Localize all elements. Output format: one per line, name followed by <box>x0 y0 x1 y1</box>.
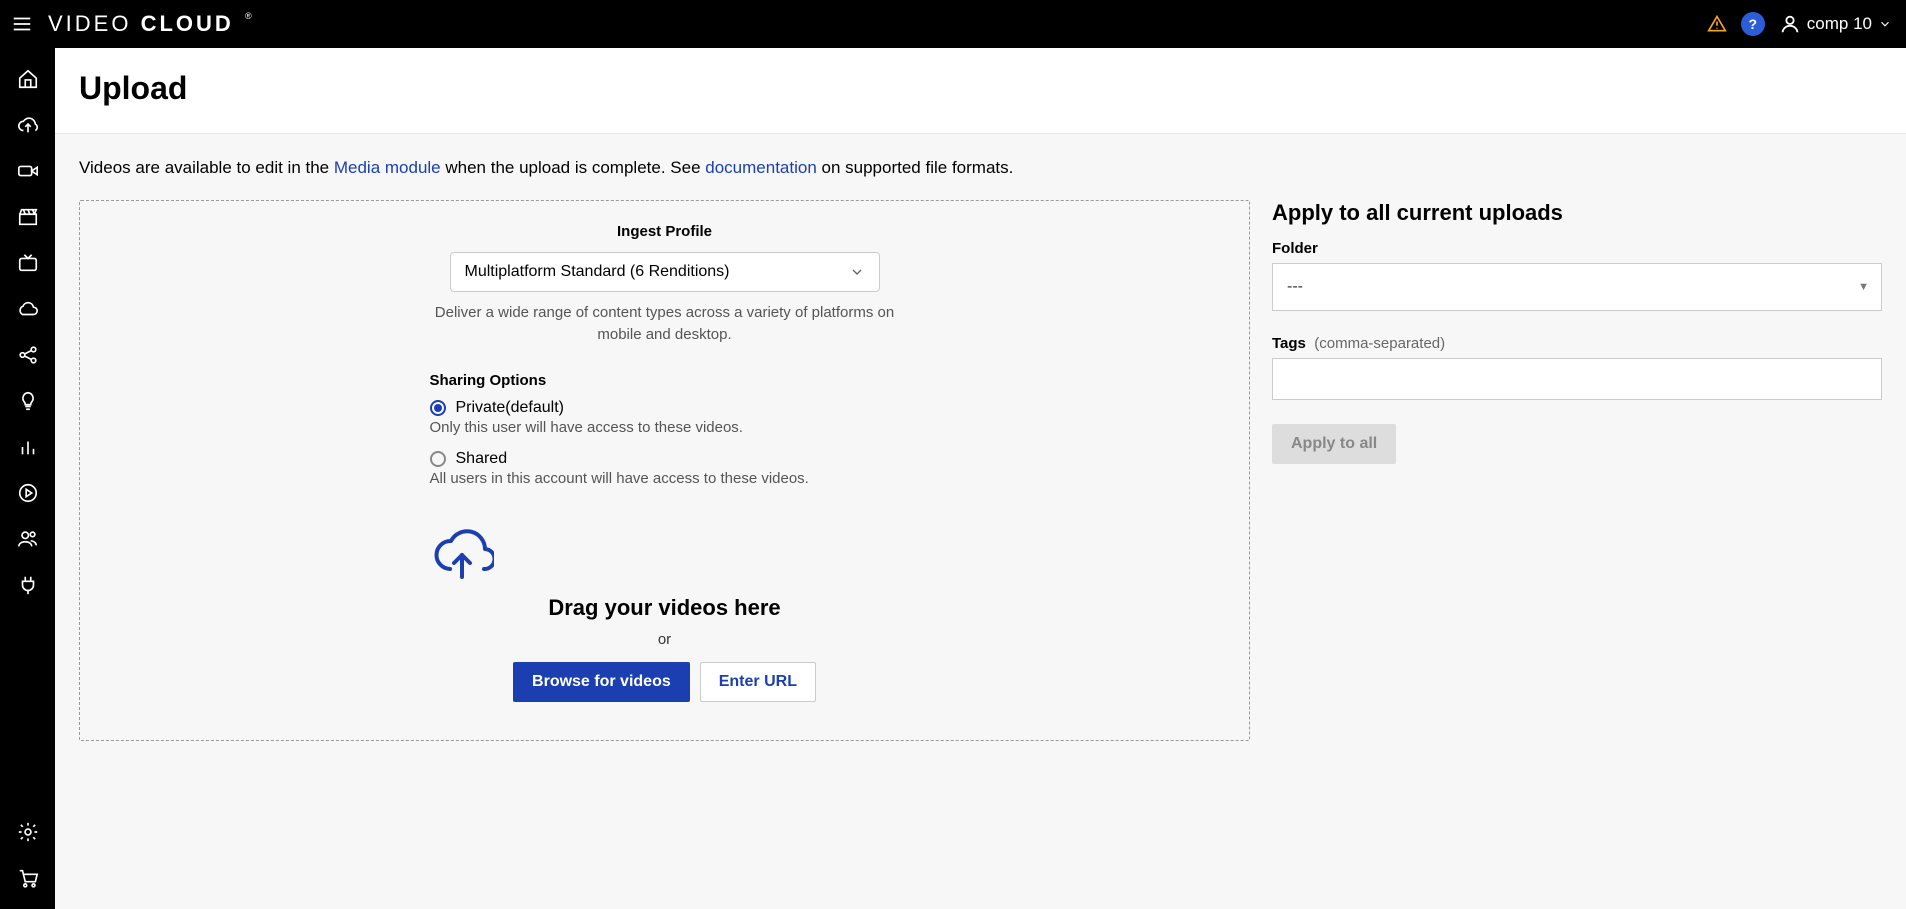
triangle-down-icon: ▼ <box>1858 281 1869 293</box>
top-bar-right: ? comp 10 <box>1707 12 1892 36</box>
apply-all-title: Apply to all current uploads <box>1272 200 1882 226</box>
sharing-option-private[interactable]: Private(default) <box>430 399 900 417</box>
gear-icon <box>17 821 39 843</box>
nav-players[interactable] <box>15 480 41 506</box>
tags-field-label: Tags (comma-separated) <box>1272 335 1882 352</box>
nav-cloud[interactable] <box>15 296 41 322</box>
radio-unchecked-icon <box>430 451 446 467</box>
chevron-down-icon <box>1878 17 1892 31</box>
main-panel: Upload Videos are available to edit in t… <box>55 48 1906 909</box>
user-icon <box>1779 13 1801 35</box>
documentation-link[interactable]: documentation <box>705 158 817 177</box>
or-label: or <box>430 631 900 648</box>
plug-icon <box>17 574 39 596</box>
cloud-upload-icon <box>17 114 39 136</box>
home-icon <box>17 68 39 90</box>
warning-triangle-icon <box>1707 14 1727 34</box>
ingest-profile-select[interactable]: Multiplatform Standard (6 Renditions) <box>450 252 880 292</box>
browse-videos-button[interactable]: Browse for videos <box>513 662 690 702</box>
left-nav <box>0 48 55 909</box>
clapper-icon <box>17 206 39 228</box>
enter-url-button[interactable]: Enter URL <box>700 662 816 702</box>
nav-upload[interactable] <box>15 112 41 138</box>
ingest-profile-label: Ingest Profile <box>430 223 900 240</box>
help-button[interactable]: ? <box>1741 12 1765 36</box>
account-name-label: comp 10 <box>1807 14 1872 34</box>
ingest-profile-value: Multiplatform Standard (6 Renditions) <box>465 263 730 281</box>
alerts-button[interactable] <box>1707 14 1727 34</box>
nav-media[interactable] <box>15 158 41 184</box>
tv-icon <box>17 252 39 274</box>
nav-analytics[interactable] <box>15 434 41 460</box>
brand-logo: VIDEO CLOUD <box>48 11 255 37</box>
users-icon <box>17 528 39 550</box>
cloud-icon <box>17 298 39 320</box>
sharing-private-label: Private(default) <box>456 399 565 417</box>
nav-gallery[interactable] <box>15 204 41 230</box>
folder-select[interactable]: --- ▼ <box>1272 263 1882 311</box>
sharing-shared-description: All users in this account will have acce… <box>430 470 900 487</box>
intro-text: Videos are available to edit in the Medi… <box>79 158 1882 178</box>
chevron-down-icon <box>849 264 865 280</box>
sharing-private-description: Only this user will have access to these… <box>430 419 900 436</box>
share-icon <box>17 344 39 366</box>
nav-audience[interactable] <box>15 526 41 552</box>
menu-toggle-button[interactable] <box>8 10 36 38</box>
media-module-link[interactable]: Media module <box>334 158 441 177</box>
folder-field-label: Folder <box>1272 240 1882 257</box>
apply-all-panel: Apply to all current uploads Folder --- … <box>1272 200 1882 464</box>
lightbulb-icon <box>17 390 39 412</box>
bar-chart-icon <box>17 436 39 458</box>
video-camera-icon <box>17 160 39 182</box>
upload-dropzone[interactable]: Ingest Profile Multiplatform Standard (6… <box>79 200 1250 741</box>
apply-to-all-button[interactable]: Apply to all <box>1272 424 1396 464</box>
folder-select-value: --- <box>1287 278 1303 296</box>
top-bar: VIDEO CLOUD ? comp 10 <box>0 0 1906 48</box>
account-menu[interactable]: comp 10 <box>1779 13 1892 35</box>
page-title: Upload <box>79 70 1882 107</box>
nav-marketplace[interactable] <box>15 865 41 891</box>
nav-interactivity[interactable] <box>15 388 41 414</box>
nav-home[interactable] <box>15 66 41 92</box>
sharing-options-label: Sharing Options <box>430 372 900 389</box>
cloud-upload-large-icon <box>430 529 900 581</box>
sharing-option-shared[interactable]: Shared <box>430 450 900 468</box>
radio-checked-icon <box>430 400 446 416</box>
nav-live[interactable] <box>15 250 41 276</box>
ingest-profile-description: Deliver a wide range of content types ac… <box>430 302 900 346</box>
tags-input[interactable] <box>1272 358 1882 400</box>
nav-social[interactable] <box>15 342 41 368</box>
tags-hint: (comma-separated) <box>1314 335 1445 352</box>
nav-integrations[interactable] <box>15 572 41 598</box>
hamburger-icon <box>11 13 33 35</box>
sharing-shared-label: Shared <box>456 450 508 468</box>
cart-icon <box>17 867 39 889</box>
help-icon-label: ? <box>1749 16 1758 32</box>
nav-admin[interactable] <box>15 819 41 845</box>
drag-instruction: Drag your videos here <box>430 595 900 621</box>
page-header: Upload <box>55 48 1906 134</box>
play-circle-icon <box>17 482 39 504</box>
